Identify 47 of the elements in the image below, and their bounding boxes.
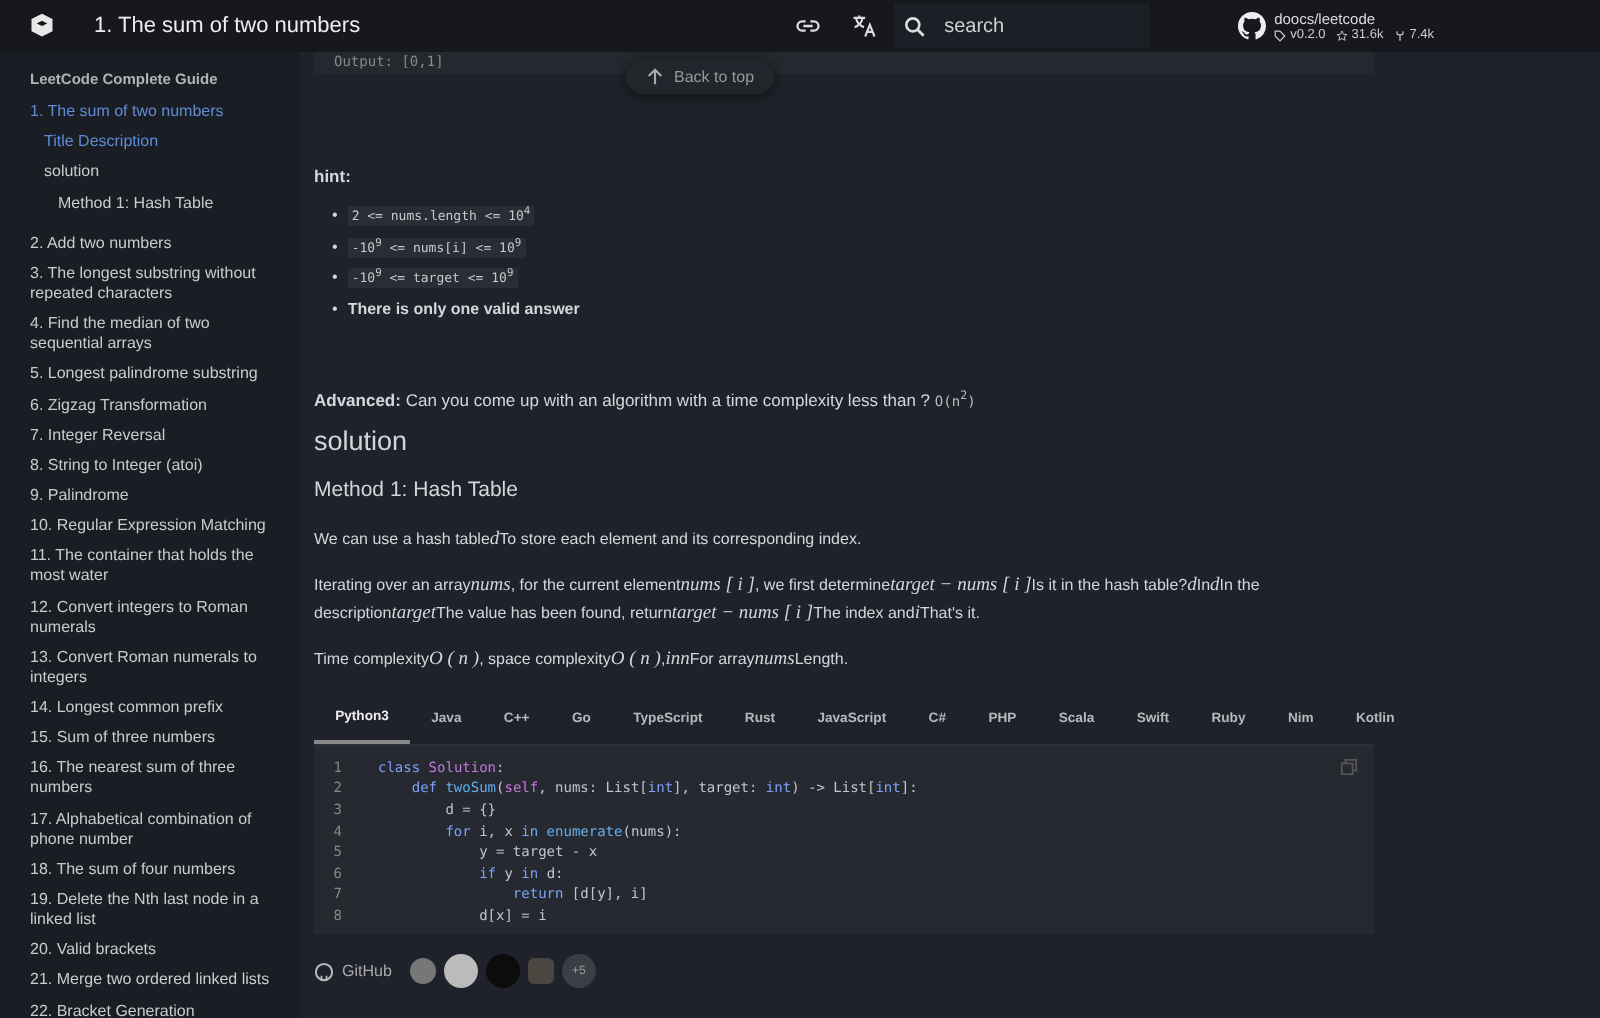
sidebar-item[interactable]: 3. The longest substring without repeated characters (30, 263, 284, 304)
paragraph: Time complexityO ( n ), space complexityO ( n ),innFor arraynumsLength. (314, 648, 849, 675)
search-field[interactable]: search (894, 4, 1151, 48)
translate-icon[interactable] (850, 12, 879, 40)
solution-heading: solution (314, 426, 408, 457)
constraint-text: There is only one valid answer (347, 299, 580, 318)
sidebar-item[interactable]: 13. Convert Roman numerals to integers (30, 647, 284, 688)
sidebar-item[interactable]: 18. The sum of four numbers (30, 859, 284, 880)
github-link[interactable]: GitHub (342, 962, 392, 981)
fork-icon (1393, 29, 1406, 41)
sidebar-item[interactable]: 4. Find the median of two sequential arrays (30, 314, 284, 355)
sidebar-item[interactable]: 17. Alphabetical combination of phone number (30, 809, 284, 850)
sidebar-item[interactable]: 15. Sum of three numbers (30, 728, 284, 749)
bullet: • (332, 206, 338, 225)
sidebar-item[interactable]: Method 1: Hash Table (30, 193, 284, 214)
page-title: 1. The sum of two numbers (94, 14, 361, 38)
avatar[interactable] (443, 954, 478, 989)
back-to-top-button[interactable]: Back to top (626, 60, 775, 94)
sidebar-item[interactable]: 2. Add two numbers (30, 233, 284, 254)
sidebar-item[interactable]: 22. Bracket Generation (30, 1001, 284, 1018)
up-arrow-icon (646, 68, 664, 86)
sidebar-item[interactable]: 12. Convert integers to Roman numerals (30, 597, 284, 638)
paragraph: We can use a hash tabledTo store each element and its corresponding index. (314, 528, 862, 555)
method-heading: Method 1: Hash Table (314, 478, 518, 503)
sidebar-item[interactable]: 11. The container that holds the most water (30, 546, 284, 587)
sidebar-item[interactable]: 21. Merge two ordered linked lists (30, 970, 284, 991)
sidebar-item[interactable]: 16. The nearest sum of three numbers (30, 758, 284, 799)
star-icon (1335, 29, 1348, 41)
sidebar-item[interactable]: 1. The sum of two numbers (30, 102, 284, 122)
sidebar-item[interactable]: 5. Longest palindrome substring (30, 364, 284, 385)
sidebar-item[interactable]: Title Description (30, 132, 284, 153)
sidebar-item[interactable]: 7. Integer Reversal (30, 425, 284, 446)
sidebar-item[interactable]: 10. Regular Expression Matching (30, 516, 284, 537)
sidebar-item[interactable]: solution (30, 162, 284, 183)
sidebar-item[interactable]: 8. String to Integer (atoi) (30, 455, 284, 476)
bullet: • (332, 268, 338, 287)
bullet: • (332, 237, 338, 256)
sidebar-item[interactable]: 19. Delete the Nth last node in a linked list (30, 889, 284, 930)
bullet: • (332, 299, 338, 318)
avatar[interactable] (409, 958, 436, 985)
sidebar-item[interactable]: 14. Longest common prefix (30, 698, 284, 718)
sidebar-item[interactable]: 9. Palindrome (30, 486, 284, 507)
hint-heading: hint: (314, 166, 351, 186)
sidebar-item[interactable]: 6. Zigzag Transformation (30, 395, 284, 415)
sidebar-item[interactable]: 20. Valid brackets (30, 940, 284, 961)
tag-icon (1274, 29, 1287, 41)
paragraph: Iterating over an arraynums, for the current elementnums [ i ], we first determinetarget − nums [ i ]Is it in the hash table?dIndIn the descriptiontargetThe value has been found, returntarget − nums [ i ]The index andiThat's it. (314, 574, 1262, 629)
